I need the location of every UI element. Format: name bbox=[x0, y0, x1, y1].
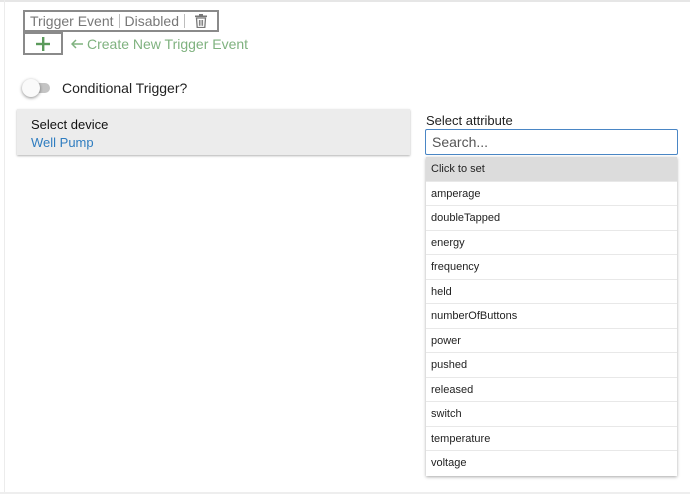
toggle-knob bbox=[22, 79, 40, 97]
select-device-card[interactable]: Select device Well Pump bbox=[17, 109, 410, 155]
attribute-option[interactable]: amperage bbox=[426, 182, 677, 206]
trash-icon[interactable] bbox=[185, 12, 217, 30]
attribute-option[interactable]: released bbox=[426, 378, 677, 402]
attribute-option[interactable]: pushed bbox=[426, 353, 677, 378]
attribute-option[interactable]: energy bbox=[426, 231, 677, 255]
attribute-option[interactable]: held bbox=[426, 280, 677, 304]
conditional-trigger-label: Conditional Trigger? bbox=[62, 80, 188, 96]
trigger-event-header: Trigger Event Disabled bbox=[23, 10, 219, 32]
conditional-trigger-toggle[interactable] bbox=[22, 79, 52, 97]
attribute-option[interactable]: numberOfButtons bbox=[426, 304, 677, 329]
select-attribute-label: Select attribute bbox=[426, 113, 513, 128]
left-border bbox=[4, 0, 5, 494]
attribute-option[interactable]: Click to set bbox=[426, 157, 677, 182]
attribute-option[interactable]: voltage bbox=[426, 451, 677, 476]
create-trigger-row: Create New Trigger Event bbox=[23, 32, 248, 55]
selected-device-value[interactable]: Well Pump bbox=[31, 135, 396, 150]
conditional-trigger-row: Conditional Trigger? bbox=[22, 79, 187, 97]
create-trigger-label: Create New Trigger Event bbox=[87, 35, 249, 52]
trigger-status[interactable]: Disabled bbox=[120, 12, 184, 30]
attribute-dropdown-list: Click to set amperage doubleTapped energ… bbox=[426, 157, 677, 476]
attribute-option[interactable]: temperature bbox=[426, 427, 677, 451]
attribute-option[interactable]: switch bbox=[426, 402, 677, 427]
trigger-event-label: Trigger Event bbox=[30, 13, 114, 29]
top-border bbox=[0, 0, 690, 2]
arrow-left-icon bbox=[71, 38, 83, 49]
attribute-option[interactable]: power bbox=[426, 329, 677, 353]
attribute-option[interactable]: frequency bbox=[426, 255, 677, 280]
attribute-option[interactable]: doubleTapped bbox=[426, 206, 677, 231]
plus-icon bbox=[36, 36, 50, 51]
select-device-title: Select device bbox=[31, 117, 109, 132]
add-trigger-button[interactable] bbox=[23, 32, 63, 55]
attribute-search-input[interactable] bbox=[425, 129, 678, 155]
create-trigger-link[interactable]: Create New Trigger Event bbox=[71, 36, 248, 52]
